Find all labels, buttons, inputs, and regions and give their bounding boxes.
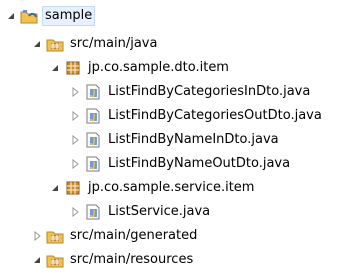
package-icon xyxy=(64,59,82,77)
package-label: jp.co.sample.service.item xyxy=(88,180,255,195)
tree-node-package-dto-item[interactable]: jp.co.sample.dto.item xyxy=(48,56,231,80)
java-file-icon xyxy=(84,83,102,101)
expanded-triangle-icon[interactable] xyxy=(48,176,62,200)
collapsed-triangle-icon[interactable] xyxy=(30,224,44,248)
java-file-icon xyxy=(84,155,102,173)
project-label: sample xyxy=(42,6,96,26)
collapsed-triangle-icon[interactable] xyxy=(68,128,82,152)
collapsed-triangle-icon[interactable] xyxy=(68,152,82,176)
tree-node-package-service-item[interactable]: jp.co.sample.service.item xyxy=(48,176,256,200)
tree-node-java-file[interactable]: ListFindByCategoriesInDto.java xyxy=(68,80,312,104)
collapsed-triangle-icon[interactable] xyxy=(68,200,82,224)
tree-node-java-file[interactable]: ListFindByNameOutDto.java xyxy=(68,152,292,176)
tree-node-java-file[interactable]: ListFindByCategoriesOutDto.java xyxy=(68,104,324,128)
collapsed-triangle-icon[interactable] xyxy=(68,104,82,128)
java-file-label: ListFindByCategoriesOutDto.java xyxy=(108,108,322,123)
java-project-icon xyxy=(20,7,38,25)
java-file-label: ListFindByCategoriesInDto.java xyxy=(108,84,311,99)
collapsed-triangle-icon[interactable] xyxy=(68,80,82,104)
java-file-label: ListService.java xyxy=(108,204,211,219)
source-folder-icon xyxy=(46,251,64,269)
project-explorer-tree: sample src/main/java jp.co.sample.dto.it… xyxy=(0,0,342,273)
java-file-icon xyxy=(84,107,102,125)
tree-node-src-main-resources[interactable]: src/main/resources xyxy=(30,248,195,272)
source-folder-label: src/main/generated xyxy=(70,228,198,243)
tree-node-src-main-generated[interactable]: src/main/generated xyxy=(30,224,199,248)
package-icon xyxy=(64,179,82,197)
java-file-icon xyxy=(84,131,102,149)
expanded-triangle-icon[interactable] xyxy=(48,56,62,80)
source-folder-label: src/main/resources xyxy=(70,252,194,267)
expanded-triangle-icon[interactable] xyxy=(4,4,18,28)
package-label: jp.co.sample.dto.item xyxy=(88,60,229,75)
expanded-triangle-icon[interactable] xyxy=(30,248,44,272)
source-folder-icon xyxy=(46,227,64,245)
source-folder-label: src/main/java xyxy=(70,36,158,51)
tree-node-src-main-java[interactable]: src/main/java xyxy=(30,32,159,56)
java-file-label: ListFindByNameInDto.java xyxy=(108,132,279,147)
source-folder-icon xyxy=(46,35,64,53)
tree-node-java-file[interactable]: ListService.java xyxy=(68,200,212,224)
tree-node-project[interactable]: sample xyxy=(4,4,96,28)
java-file-icon xyxy=(84,203,102,221)
java-file-label: ListFindByNameOutDto.java xyxy=(108,156,291,171)
expanded-triangle-icon[interactable] xyxy=(30,32,44,56)
tree-node-java-file[interactable]: ListFindByNameInDto.java xyxy=(68,128,281,152)
